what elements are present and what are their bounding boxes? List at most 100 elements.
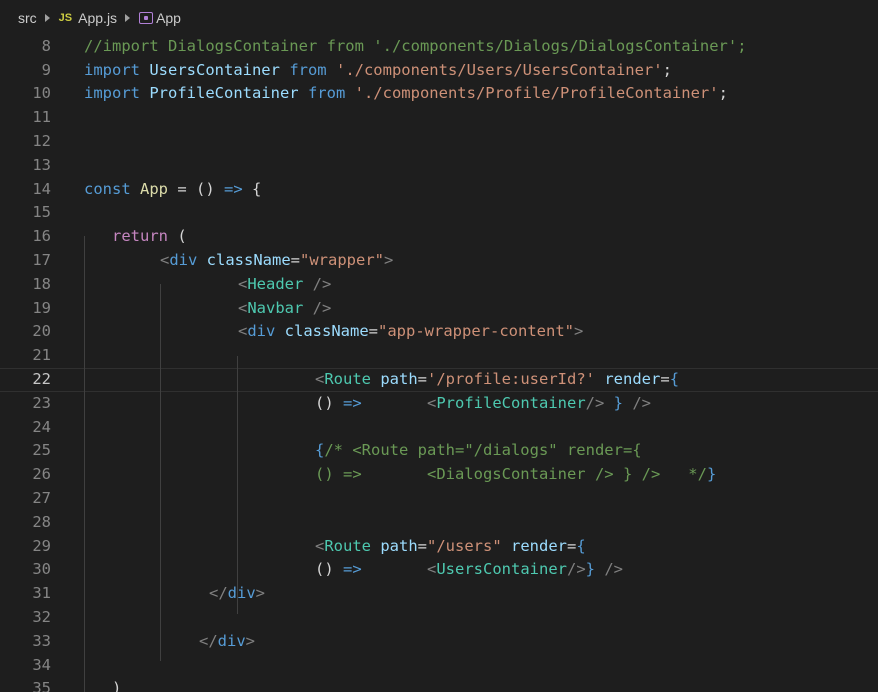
line-number[interactable]: 23 <box>0 392 51 416</box>
code-token: < <box>427 560 437 579</box>
line-number[interactable]: 29 <box>0 535 51 559</box>
code-token: = <box>290 250 301 269</box>
code-token: //import DialogsContainer from './compon… <box>84 36 747 55</box>
line-number[interactable]: 18 <box>0 273 51 297</box>
line-number[interactable]: 34 <box>0 654 51 678</box>
code-text: <div className="wrapper"> <box>160 249 393 273</box>
code-line[interactable]: 9 import UsersContainer from './component… <box>0 59 878 83</box>
chevron-right-icon <box>125 13 131 22</box>
code-line[interactable]: 16 return ( <box>0 225 878 249</box>
line-number[interactable]: 14 <box>0 178 51 202</box>
code-line[interactable]: 32 <box>0 606 878 630</box>
line-number[interactable]: 25 <box>0 439 51 463</box>
line-number[interactable]: 24 <box>0 416 51 440</box>
indent-guide <box>84 236 85 692</box>
code-token: () <box>315 560 343 579</box>
code-text: </div> <box>199 630 255 654</box>
line-number[interactable]: 33 <box>0 630 51 654</box>
line-number[interactable]: 20 <box>0 320 51 344</box>
code-token: /> <box>623 393 652 412</box>
line-number[interactable]: 10 <box>0 82 51 106</box>
line-number[interactable]: 22 <box>0 368 51 392</box>
line-number[interactable]: 35 <box>0 677 51 692</box>
code-line[interactable]: 33 </div> <box>0 630 878 654</box>
breadcrumb-folder[interactable]: src <box>18 10 37 26</box>
code-token: { <box>315 441 325 460</box>
code-line[interactable]: 24 <box>0 416 878 440</box>
code-line[interactable]: 8 //import DialogsContainer from './compo… <box>0 35 878 59</box>
code-line[interactable]: 11 <box>0 106 878 130</box>
code-token: ) <box>112 679 122 692</box>
code-line[interactable]: 26 () => <DialogsContainer /> } /> */} <box>0 463 878 487</box>
code-token: > <box>255 584 266 603</box>
code-token: ProfileContainer <box>436 393 586 412</box>
line-number[interactable]: 15 <box>0 201 51 225</box>
code-line[interactable]: 29 <Route path="/users" render={ <box>0 535 878 559</box>
code-line[interactable]: 22 <Route path='/profile:userId?' render=… <box>0 368 878 392</box>
code-token: < <box>160 250 170 269</box>
line-number[interactable]: 21 <box>0 344 51 368</box>
code-token: App <box>140 179 168 198</box>
code-line[interactable]: 34 <box>0 654 878 678</box>
code-token: /* <Route path="/dialogs" render={ <box>324 441 642 460</box>
indent-guide <box>160 284 161 661</box>
code-token: => <box>343 560 362 579</box>
code-line[interactable]: 19 <Navbar /> <box>0 297 878 321</box>
code-line[interactable]: 21 <box>0 344 878 368</box>
code-token: { <box>669 369 680 388</box>
code-line[interactable]: 18 <Header /> <box>0 273 878 297</box>
line-number[interactable]: 30 <box>0 558 51 582</box>
line-number[interactable]: 11 <box>0 106 51 130</box>
code-token: > <box>573 322 584 341</box>
code-text: ) <box>112 677 121 692</box>
code-line[interactable]: 13 <box>0 154 878 178</box>
code-token: /> <box>303 298 332 317</box>
breadcrumb-file[interactable]: App.js <box>78 10 117 26</box>
code-token: = <box>417 536 428 555</box>
code-line[interactable]: 10 import ProfileContainer from './compon… <box>0 82 878 106</box>
code-line[interactable]: 31 </div> <box>0 582 878 606</box>
code-text: return ( <box>112 225 187 249</box>
code-token: => <box>224 179 243 198</box>
line-number[interactable]: 28 <box>0 511 51 535</box>
code-line[interactable]: 23() => <ProfileContainer/> } /> <box>0 392 878 416</box>
code-token: from <box>307 84 355 103</box>
code-token: > <box>384 250 394 269</box>
code-line[interactable]: 17 <div className="wrapper"> <box>0 249 878 273</box>
line-number[interactable]: 13 <box>0 154 51 178</box>
code-text: () => <DialogsContainer /> } /> */} <box>315 463 716 487</box>
code-token: "app-wrapper-content" <box>378 322 574 341</box>
code-line[interactable]: 12 <box>0 130 878 154</box>
line-number[interactable]: 26 <box>0 463 51 487</box>
code-token: = <box>660 369 670 388</box>
code-token: </ <box>209 584 228 603</box>
line-number[interactable]: 12 <box>0 130 51 154</box>
code-line[interactable]: 27 <box>0 487 878 511</box>
line-number[interactable]: 9 <box>0 59 51 83</box>
line-number[interactable]: 32 <box>0 606 51 630</box>
code-token: div <box>247 322 285 341</box>
code-token: Route <box>324 536 381 555</box>
code-line[interactable]: 35) <box>0 677 878 692</box>
line-number[interactable]: 16 <box>0 225 51 249</box>
line-number[interactable]: 27 <box>0 487 51 511</box>
line-number[interactable]: 19 <box>0 297 51 321</box>
line-number[interactable]: 31 <box>0 582 51 606</box>
code-line[interactable]: 20 <div className="app-wrapper-content"> <box>0 320 878 344</box>
chevron-right-icon <box>44 13 50 22</box>
code-token: } <box>613 393 624 412</box>
code-line[interactable]: 14 const App = () => { <box>0 178 878 202</box>
code-text: () => <UsersContainer/>} /> <box>315 558 623 582</box>
breadcrumb-symbol[interactable]: App <box>156 10 181 26</box>
code-line[interactable]: 30 () => <UsersContainer/>} /> <box>0 558 878 582</box>
code-text: {/* <Route path="/dialogs" render={ <box>315 439 642 463</box>
line-number[interactable]: 8 <box>0 35 51 59</box>
code-line[interactable]: 15 <box>0 201 878 225</box>
indent-guide <box>237 356 238 614</box>
line-number[interactable]: 17 <box>0 249 51 273</box>
code-token: from <box>289 60 336 79</box>
code-line[interactable]: 25 {/* <Route path="/dialogs" render={ <box>0 439 878 463</box>
code-editor[interactable]: 78//import DialogsContainer from './comp… <box>0 35 878 692</box>
code-line[interactable]: 28 <box>0 511 878 535</box>
code-token: > <box>245 631 256 650</box>
